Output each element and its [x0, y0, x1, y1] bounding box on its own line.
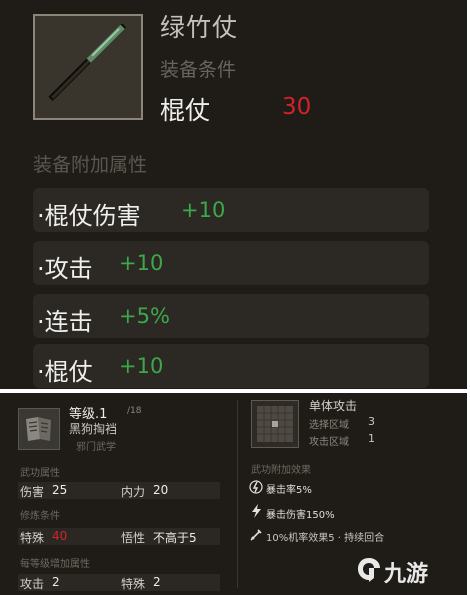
atk-value: 2 — [52, 575, 60, 589]
bonus-label: ·攻击 — [37, 255, 93, 283]
effect-status: 10%机率效果5 · 持续回合 — [266, 533, 385, 544]
skill-name: 黑狗掏裆 — [69, 422, 118, 436]
watermark-logo-icon — [358, 558, 380, 582]
effects-title: 武功附加效果 — [251, 465, 311, 476]
watermark-text: 九游 — [384, 562, 429, 587]
area-grid-icon — [257, 406, 293, 442]
skill-school: 邪门武学 — [76, 442, 116, 453]
requirement-type: 棍仗 — [160, 96, 211, 125]
requirement-title: 装备条件 — [160, 59, 237, 81]
attack-type: 单体攻击 — [309, 399, 358, 413]
area-label: 攻击区域 — [309, 437, 349, 448]
inner-value: 20 — [153, 483, 169, 497]
bonus-value: +10 — [181, 198, 226, 222]
sword-icon — [250, 529, 262, 541]
select-value: 3 — [368, 415, 375, 428]
item-name: 绿竹仗 — [160, 13, 239, 42]
insight-value: 不高于5 — [153, 531, 197, 545]
attr-title: 武功属性 — [20, 468, 60, 479]
special-label: 特殊 — [20, 531, 45, 545]
bonus-row: ·棍仗伤害 +10 — [33, 188, 429, 232]
bonus-value: +10 — [119, 354, 164, 378]
inner-label: 内力 — [121, 485, 146, 499]
bonus-row: ·棍仗 +10 — [33, 344, 429, 388]
stat-bar — [18, 482, 220, 499]
atk-label: 攻击 — [20, 577, 45, 591]
bonus-label: ·连击 — [37, 308, 93, 336]
special2-value: 2 — [153, 575, 161, 589]
weapon-slot[interactable] — [33, 14, 143, 120]
bonus-value: +5% — [119, 304, 170, 328]
level-bonus-title: 每等级增加属性 — [20, 559, 90, 570]
special2-label: 特殊 — [121, 577, 146, 591]
bonus-row: ·攻击 +10 — [33, 241, 429, 285]
effect-crit-rate: 暴击率5% — [266, 485, 312, 496]
damage-value: 25 — [52, 483, 68, 497]
bonus-label: ·棍仗伤害 — [37, 202, 141, 230]
effect-crit-damage: 暴击伤害150% — [266, 510, 335, 521]
special-value: 40 — [52, 529, 68, 543]
bonus-title: 装备附加属性 — [33, 154, 148, 176]
bonus-value: +10 — [119, 251, 164, 275]
panel-divider — [237, 400, 238, 588]
bonus-row: ·连击 +5% — [33, 294, 429, 338]
area-value: 1 — [368, 432, 375, 445]
requirement-value: 30 — [282, 94, 312, 120]
select-label: 选择区域 — [309, 420, 349, 431]
crit-rate-icon — [249, 480, 263, 494]
insight-label: 悟性 — [121, 531, 146, 545]
attack-area-grid[interactable] — [251, 400, 299, 448]
train-title: 修炼条件 — [20, 511, 60, 522]
stat-bar — [18, 574, 220, 591]
lightning-icon — [252, 504, 261, 518]
damage-label: 伤害 — [20, 485, 45, 499]
skill-level-max: /18 — [127, 406, 142, 416]
bamboo-staff-icon — [48, 24, 127, 101]
bonus-label: ·棍仗 — [37, 358, 93, 386]
book-icon — [26, 417, 51, 441]
skill-book-slot[interactable] — [18, 408, 60, 450]
